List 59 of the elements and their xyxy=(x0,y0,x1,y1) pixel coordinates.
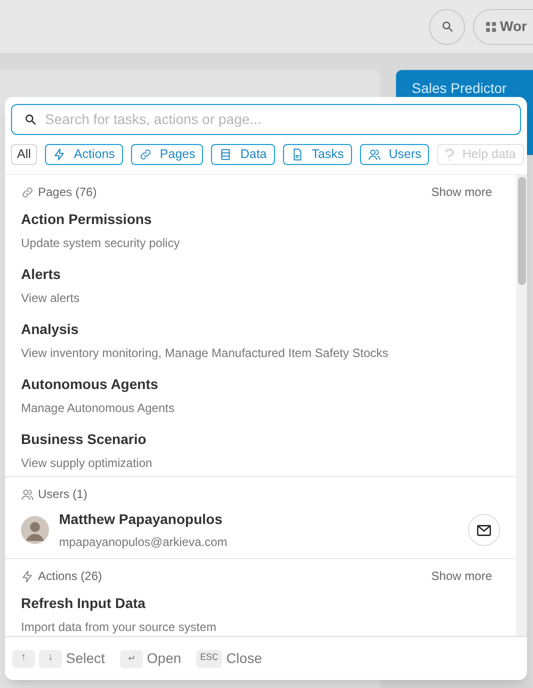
result-item[interactable]: Autonomous Agents Manage Autonomous Agents xyxy=(5,366,516,421)
key-hint: ↵ xyxy=(120,650,143,668)
result-subtitle: Update system security policy xyxy=(21,235,181,252)
key-hint: ↓ xyxy=(39,650,62,668)
scrollbar[interactable] xyxy=(516,175,527,636)
result-subtitle: Import data from your source system xyxy=(21,619,218,636)
users-icon xyxy=(368,148,381,161)
bolt-icon xyxy=(52,148,66,161)
result-subtitle: View alerts xyxy=(21,290,80,307)
mail-icon xyxy=(477,524,491,536)
show-more-link[interactable]: Show more xyxy=(431,183,492,201)
result-item[interactable]: Business Scenario View supply optimization xyxy=(5,421,516,476)
user-name: Matthew Papayanopulos xyxy=(59,510,224,529)
result-title: Analysis xyxy=(21,320,80,339)
hint-label: Select xyxy=(66,649,105,668)
search-icon xyxy=(24,113,37,126)
result-title: Action Permissions xyxy=(21,210,153,229)
hint-label: Open xyxy=(146,649,182,668)
user-row[interactable]: Matthew Papayanopulos mpapayanopulos@arkieva.com xyxy=(5,503,516,558)
avatar xyxy=(21,516,49,544)
search-button[interactable] xyxy=(429,8,465,44)
filter-chip[interactable]: Users xyxy=(360,144,430,165)
link-icon xyxy=(21,186,34,198)
key-hint: ESC xyxy=(196,650,222,668)
result-item[interactable]: Refresh Input Data Import data from your source system xyxy=(5,585,516,636)
result-title: Business Scenario xyxy=(21,430,148,449)
result-title: Autonomous Agents xyxy=(21,375,160,394)
promo-card-title: Sales Predictor xyxy=(412,80,508,96)
show-more-link[interactable]: Show more xyxy=(431,567,492,585)
result-subtitle: View inventory monitoring, Manage Manufactured Item Safety Stocks xyxy=(21,345,390,362)
result-item[interactable]: Action Permissions Update system security policy xyxy=(5,201,516,256)
result-item[interactable]: Analysis View inventory monitoring, Manage Manufactured Item Safety Stocks xyxy=(5,311,516,366)
filter-chip[interactable]: Actions xyxy=(44,144,123,165)
search-icon xyxy=(440,20,454,33)
section-title: Pages (76) xyxy=(38,184,97,201)
question-icon xyxy=(445,148,454,160)
result-title: Refresh Input Data xyxy=(21,594,146,613)
section-title: Users (1) xyxy=(38,486,88,503)
filter-chip[interactable]: Tasks xyxy=(282,144,352,165)
result-subtitle: View supply optimization xyxy=(21,455,154,472)
filter-chip[interactable]: Data xyxy=(211,144,275,165)
link-icon xyxy=(138,148,152,161)
section-title: Actions (26) xyxy=(38,568,102,585)
workspace-button[interactable]: Wor xyxy=(473,8,533,44)
bolt-icon xyxy=(21,570,34,582)
search-field[interactable]: Search for tasks, actions or page... xyxy=(11,104,521,135)
user-email: mpapayanopulos@arkieva.com xyxy=(59,534,228,551)
users-icon xyxy=(21,488,34,500)
result-title: Alerts xyxy=(21,265,62,284)
result-subtitle: Manage Autonomous Agents xyxy=(21,400,176,417)
hint-label: Close xyxy=(226,649,262,668)
table-icon xyxy=(219,148,232,161)
search-input[interactable]: Search for tasks, actions or page... xyxy=(45,109,508,130)
result-item[interactable]: Alerts View alerts xyxy=(5,256,516,311)
filter-chip[interactable]: All xyxy=(11,144,37,165)
key-hint: ↑ xyxy=(12,650,35,668)
filter-chip[interactable]: Pages xyxy=(130,144,204,165)
grid-icon xyxy=(486,22,496,32)
email-button[interactable] xyxy=(468,514,500,546)
